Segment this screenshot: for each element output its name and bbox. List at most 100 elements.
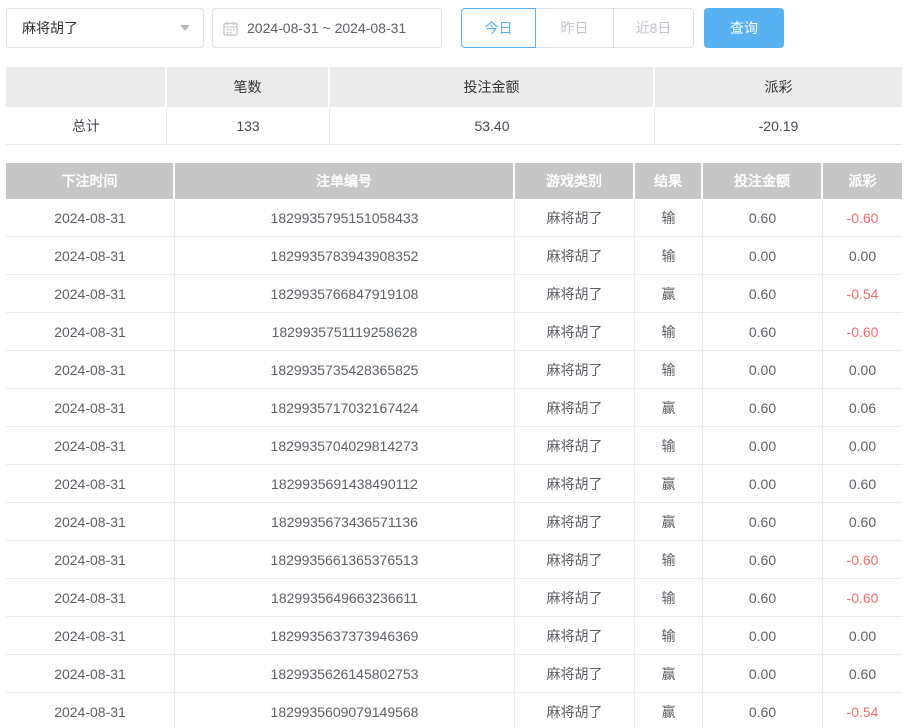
cell-game-type: 麻将胡了 bbox=[515, 351, 635, 388]
summary-header-empty bbox=[6, 67, 167, 107]
calendar-icon bbox=[223, 21, 238, 36]
cell-game-type: 麻将胡了 bbox=[515, 579, 635, 616]
table-row: 2024-08-31 1829935661365376513 麻将胡了 输 0.… bbox=[6, 541, 902, 579]
chevron-down-icon bbox=[180, 25, 190, 31]
cell-bet-id: 1829935626145802753 bbox=[175, 655, 515, 692]
cell-payout: 0.06 bbox=[823, 389, 902, 426]
bets-table: 下注时间 注单编号 游戏类别 结果 投注金额 派彩 2024-08-31 182… bbox=[6, 163, 902, 728]
header-payout: 派彩 bbox=[823, 163, 902, 199]
cell-game-type: 麻将胡了 bbox=[515, 655, 635, 692]
bets-table-body: 2024-08-31 1829935795151058433 麻将胡了 输 0.… bbox=[6, 199, 902, 728]
cell-bet-amount: 0.00 bbox=[703, 237, 823, 274]
date-range-input[interactable]: 2024-08-31 ~ 2024-08-31 bbox=[212, 8, 442, 48]
cell-bet-amount: 0.60 bbox=[703, 503, 823, 540]
cell-bet-id: 1829935637373946369 bbox=[175, 617, 515, 654]
cell-bet-id: 1829935717032167424 bbox=[175, 389, 515, 426]
cell-result: 输 bbox=[635, 617, 703, 654]
cell-payout: -0.54 bbox=[823, 275, 902, 312]
cell-bet-id: 1829935691438490112 bbox=[175, 465, 515, 502]
cell-payout: -0.60 bbox=[823, 313, 902, 350]
game-select[interactable]: 麻将胡了 bbox=[6, 8, 204, 48]
cell-bet-amount: 0.60 bbox=[703, 541, 823, 578]
cell-payout: 0.60 bbox=[823, 465, 902, 502]
cell-game-type: 麻将胡了 bbox=[515, 427, 635, 464]
table-row: 2024-08-31 1829935626145802753 麻将胡了 赢 0.… bbox=[6, 655, 902, 693]
cell-payout: 0.00 bbox=[823, 351, 902, 388]
toolbar: 麻将胡了 2024-08-31 ~ 2024-08-31 今日 昨日 近8日 查… bbox=[0, 0, 908, 48]
cell-result: 输 bbox=[635, 313, 703, 350]
cell-payout: -0.60 bbox=[823, 199, 902, 236]
table-row: 2024-08-31 1829935609079149568 麻将胡了 赢 0.… bbox=[6, 693, 902, 728]
cell-game-type: 麻将胡了 bbox=[515, 389, 635, 426]
cell-bet-time: 2024-08-31 bbox=[6, 351, 175, 388]
cell-bet-time: 2024-08-31 bbox=[6, 237, 175, 274]
today-button[interactable]: 今日 bbox=[461, 8, 536, 48]
cell-game-type: 麻将胡了 bbox=[515, 465, 635, 502]
cell-bet-id: 1829935795151058433 bbox=[175, 199, 515, 236]
cell-bet-time: 2024-08-31 bbox=[6, 617, 175, 654]
cell-bet-time: 2024-08-31 bbox=[6, 199, 175, 236]
summary-header-payout: 派彩 bbox=[655, 67, 902, 107]
cell-bet-time: 2024-08-31 bbox=[6, 427, 175, 464]
cell-result: 输 bbox=[635, 237, 703, 274]
cell-bet-time: 2024-08-31 bbox=[6, 389, 175, 426]
yesterday-button[interactable]: 昨日 bbox=[536, 8, 614, 48]
cell-result: 输 bbox=[635, 351, 703, 388]
table-row: 2024-08-31 1829935751119258628 麻将胡了 输 0.… bbox=[6, 313, 902, 351]
table-row: 2024-08-31 1829935691438490112 麻将胡了 赢 0.… bbox=[6, 465, 902, 503]
cell-result: 输 bbox=[635, 199, 703, 236]
cell-bet-amount: 0.60 bbox=[703, 199, 823, 236]
cell-bet-amount: 0.60 bbox=[703, 389, 823, 426]
cell-payout: -0.60 bbox=[823, 579, 902, 616]
game-select-value: 麻将胡了 bbox=[22, 18, 78, 38]
table-row: 2024-08-31 1829935795151058433 麻将胡了 输 0.… bbox=[6, 199, 902, 237]
table-row: 2024-08-31 1829935704029814273 麻将胡了 输 0.… bbox=[6, 427, 902, 465]
cell-bet-id: 1829935649663236611 bbox=[175, 579, 515, 616]
cell-payout: 0.00 bbox=[823, 427, 902, 464]
summary-header-bet-amount: 投注金额 bbox=[330, 67, 655, 107]
cell-bet-amount: 0.60 bbox=[703, 275, 823, 312]
header-game-type: 游戏类别 bbox=[515, 163, 635, 199]
cell-payout: 0.00 bbox=[823, 237, 902, 274]
summary-header-count: 笔数 bbox=[167, 67, 330, 107]
cell-game-type: 麻将胡了 bbox=[515, 503, 635, 540]
cell-result: 赢 bbox=[635, 655, 703, 692]
cell-bet-id: 1829935673436571136 bbox=[175, 503, 515, 540]
query-button[interactable]: 查询 bbox=[704, 8, 784, 48]
cell-bet-id: 1829935783943908352 bbox=[175, 237, 515, 274]
cell-bet-amount: 0.00 bbox=[703, 655, 823, 692]
summary-total-count: 133 bbox=[167, 107, 330, 144]
cell-bet-time: 2024-08-31 bbox=[6, 275, 175, 312]
table-row: 2024-08-31 1829935766847919108 麻将胡了 赢 0.… bbox=[6, 275, 902, 313]
cell-game-type: 麻将胡了 bbox=[515, 541, 635, 578]
table-row: 2024-08-31 1829935649663236611 麻将胡了 输 0.… bbox=[6, 579, 902, 617]
cell-bet-time: 2024-08-31 bbox=[6, 313, 175, 350]
cell-game-type: 麻将胡了 bbox=[515, 199, 635, 236]
summary-total-row: 总计 133 53.40 -20.19 bbox=[6, 107, 902, 145]
cell-bet-time: 2024-08-31 bbox=[6, 503, 175, 540]
cell-game-type: 麻将胡了 bbox=[515, 275, 635, 312]
cell-game-type: 麻将胡了 bbox=[515, 617, 635, 654]
cell-bet-id: 1829935704029814273 bbox=[175, 427, 515, 464]
table-row: 2024-08-31 1829935783943908352 麻将胡了 输 0.… bbox=[6, 237, 902, 275]
cell-payout: -0.54 bbox=[823, 693, 902, 728]
cell-bet-amount: 0.60 bbox=[703, 579, 823, 616]
cell-bet-time: 2024-08-31 bbox=[6, 465, 175, 502]
cell-payout: 0.60 bbox=[823, 655, 902, 692]
cell-game-type: 麻将胡了 bbox=[515, 237, 635, 274]
table-row: 2024-08-31 1829935673436571136 麻将胡了 赢 0.… bbox=[6, 503, 902, 541]
cell-bet-amount: 0.00 bbox=[703, 427, 823, 464]
cell-result: 输 bbox=[635, 541, 703, 578]
summary-total-bet-amount: 53.40 bbox=[330, 107, 655, 144]
last-8-days-button[interactable]: 近8日 bbox=[614, 8, 694, 48]
cell-payout: -0.60 bbox=[823, 541, 902, 578]
cell-payout: 0.00 bbox=[823, 617, 902, 654]
summary-total-label: 总计 bbox=[6, 107, 167, 144]
header-bet-id: 注单编号 bbox=[175, 163, 515, 199]
cell-bet-amount: 0.00 bbox=[703, 465, 823, 502]
summary-header-row: 笔数 投注金额 派彩 bbox=[6, 67, 902, 107]
table-row: 2024-08-31 1829935637373946369 麻将胡了 输 0.… bbox=[6, 617, 902, 655]
quick-range-button-group: 今日 昨日 近8日 bbox=[461, 8, 694, 48]
cell-result: 赢 bbox=[635, 389, 703, 426]
cell-result: 赢 bbox=[635, 465, 703, 502]
